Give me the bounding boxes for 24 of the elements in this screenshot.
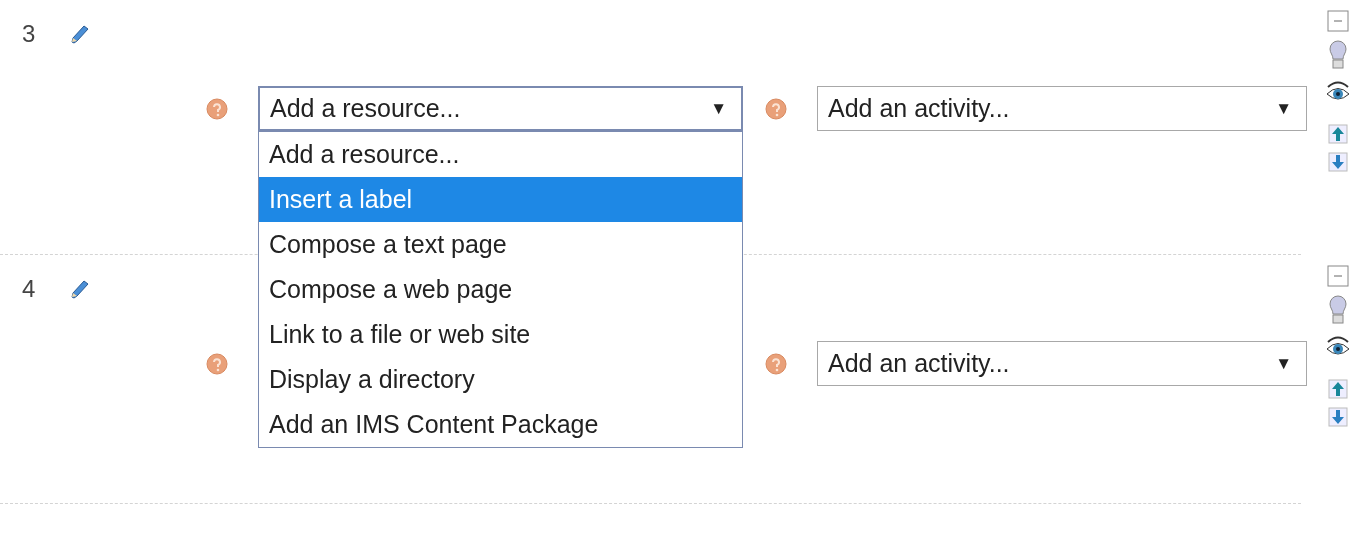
move-down-icon[interactable]	[1328, 152, 1348, 172]
dropdown-option[interactable]: Link to a file or web site	[259, 312, 742, 357]
help-icon[interactable]	[765, 97, 787, 120]
help-icon[interactable]	[206, 97, 228, 120]
move-up-icon[interactable]	[1328, 124, 1348, 144]
dropdown-option[interactable]: Compose a text page	[259, 222, 742, 267]
dropdown-option[interactable]: Insert a label	[259, 177, 742, 222]
activity-dropdown[interactable]: Add an activity... ▼	[817, 341, 1307, 386]
dropdown-option[interactable]: Add an IMS Content Package	[259, 402, 742, 447]
light-bulb-icon[interactable]	[1329, 295, 1347, 325]
section-number: 4	[22, 275, 36, 303]
help-icon[interactable]	[765, 352, 787, 375]
move-down-icon[interactable]	[1328, 407, 1348, 427]
move-up-icon[interactable]	[1328, 379, 1348, 399]
resource-dropdown[interactable]: Add a resource... ▼	[258, 86, 743, 131]
dropdown-option[interactable]: Add a resource...	[259, 132, 742, 177]
dropdown-option[interactable]: Display a directory	[259, 357, 742, 402]
section-number: 3	[22, 20, 36, 48]
collapse-icon[interactable]	[1327, 265, 1349, 287]
help-icon[interactable]	[206, 352, 228, 375]
light-bulb-icon[interactable]	[1329, 40, 1347, 70]
dropdown-option[interactable]: Compose a web page	[259, 267, 742, 312]
collapse-icon[interactable]	[1327, 10, 1349, 32]
activity-dropdown[interactable]: Add an activity... ▼	[817, 86, 1307, 131]
